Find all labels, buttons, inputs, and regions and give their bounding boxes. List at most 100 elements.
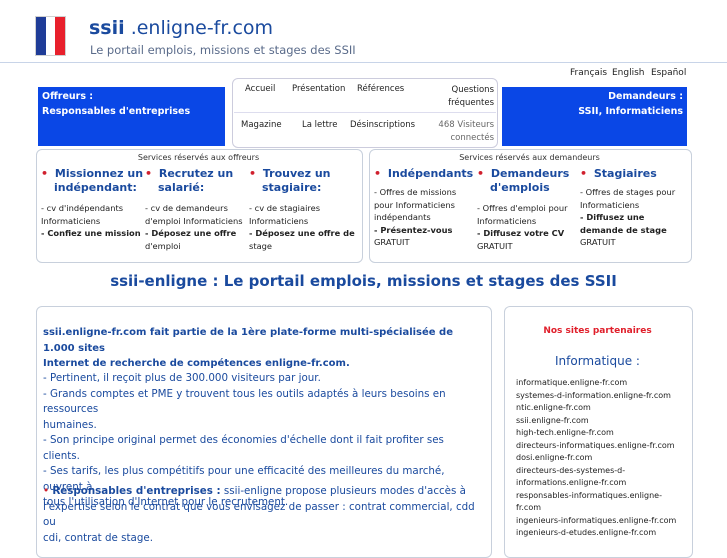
demandeurs-box[interactable]: Demandeurs : SSII, Informaticiens [502, 87, 687, 146]
partner-link[interactable]: high-tech.enligne-fr.com [516, 427, 688, 440]
recrutez-head1: Recrutez un [158, 167, 234, 180]
responsables-b: l'expertise selon le contrat que vous en… [43, 500, 475, 529]
bullet-icon: • [374, 167, 382, 180]
bullet-icon: • [477, 167, 485, 180]
recrutez-text: - cv de demandeurs d'emploi Informaticie… [145, 202, 243, 252]
partner-link[interactable]: ntic.enligne-fr.com [516, 402, 688, 415]
nav-questions-link[interactable]: Questions fréquentes [430, 84, 494, 110]
partner-link[interactable]: ingenieurs-informatiques.enligne-fr.com [516, 515, 688, 528]
nav-references-link[interactable]: Références [357, 84, 404, 94]
independants-t3[interactable]: indépendants [374, 211, 456, 224]
independants-t5: GRATUIT [374, 237, 410, 247]
trouvez-head2: stagiaire: [262, 181, 322, 194]
missionnez-t2[interactable]: Informaticiens [41, 215, 141, 228]
services-demandeurs-title: Services réservés aux demandeurs [459, 153, 600, 162]
missionnez-t1[interactable]: - cv d'indépendants [41, 202, 141, 215]
stagiaires-text: - Offres de stages pour Informaticiens -… [580, 186, 675, 249]
stagiaires-t2[interactable]: Informaticiens [580, 199, 675, 212]
trouvez-link[interactable]: • Trouvez un stagiaire: [249, 167, 331, 195]
recrutez-t2[interactable]: d'emploi Informaticiens [145, 215, 243, 228]
missionnez-t3[interactable]: - Confiez une mission [41, 227, 141, 240]
page-title: ssii-enligne : Le portail emplois, missi… [110, 272, 617, 290]
intro-line2: Internet de recherche de compétences enl… [43, 358, 350, 369]
partners-category: Informatique : [555, 354, 640, 368]
demandeurs-t3[interactable]: - Diffusez votre CV [477, 227, 568, 240]
header-divider [0, 62, 727, 63]
missionnez-head1: Missionnez un [54, 167, 144, 180]
benefit-2b: humaines. [43, 418, 97, 431]
demandeurs-line1: Demandeurs : [608, 91, 683, 102]
partner-link[interactable]: directeurs-des-systemes-d- [516, 465, 688, 478]
visitors-count: 468 Visiteurs connectés [420, 119, 494, 145]
trouvez-head1: Trouvez un [262, 167, 331, 180]
offreurs-line2: Responsables d'entreprises [42, 106, 191, 117]
visitors-line2: connectés [450, 133, 494, 143]
independants-head1: Indépendants [387, 167, 474, 180]
trouvez-t2[interactable]: Informaticiens [249, 215, 355, 228]
partner-link[interactable]: systemes-d-information.enligne-fr.com [516, 390, 688, 403]
independants-link[interactable]: • Indépendants [374, 167, 473, 181]
flag-white [45, 17, 56, 55]
bullet-icon: • [43, 485, 50, 497]
visitors-line1: 468 Visiteurs [438, 120, 494, 130]
benefit-2a: - Grands comptes et PME y trouvent tous … [43, 387, 446, 416]
trouvez-text: - cv de stagiaires Informaticiens - Dépo… [249, 202, 355, 252]
intro-text: ssii.enligne-fr.com fait partie de la 1è… [43, 325, 483, 372]
stagiaires-t1[interactable]: - Offres de stages pour [580, 186, 675, 199]
recrutez-head2: salarié: [158, 181, 205, 194]
trouvez-t4[interactable]: stage [249, 240, 355, 253]
stagiaires-t3[interactable]: - Diffusez une [580, 211, 675, 224]
france-flag-icon [36, 17, 66, 55]
missionnez-link[interactable]: • Missionnez un indépendant: [41, 167, 143, 195]
demandeurs-t2[interactable]: Informaticiens [477, 215, 568, 228]
lang-espanol-link[interactable]: Español [651, 68, 686, 78]
independants-t4[interactable]: - Présentez-vous [374, 224, 456, 237]
demandeurs-t1[interactable]: - Offres d'emploi pour [477, 202, 568, 215]
partner-link[interactable]: dosi.enligne-fr.com [516, 452, 688, 465]
partner-link[interactable]: ssii.enligne-fr.com [516, 415, 688, 428]
nav-desinscriptions-link[interactable]: Désinscriptions [350, 120, 415, 130]
flag-red [55, 17, 66, 55]
trouvez-t1[interactable]: - cv de stagiaires [249, 202, 355, 215]
lang-francais-link[interactable]: Français [570, 68, 607, 78]
lang-english-link[interactable]: English [612, 68, 645, 78]
independants-t2[interactable]: pour Informaticiens [374, 199, 456, 212]
bullet-icon: • [145, 167, 153, 180]
nav-presentation-link[interactable]: Présentation [292, 84, 345, 94]
partner-link[interactable]: informations.enligne-fr.com [516, 477, 688, 490]
partner-link[interactable]: ingenieurs-d-etudes.enligne-fr.com [516, 527, 688, 540]
demandeurs-line2: SSII, Informaticiens [578, 106, 683, 117]
nav-questions-line1: Questions [451, 85, 494, 95]
nav-magazine-link[interactable]: Magazine [241, 120, 282, 130]
benefit-3: - Son principe original permet des écono… [43, 434, 444, 462]
partners-title: Nos sites partenaires [543, 326, 652, 336]
recrutez-t3[interactable]: - Déposez une offre [145, 227, 243, 240]
site-title[interactable]: ssii .enligne-fr.com [89, 17, 273, 39]
demandeurs-head2: d'emplois [490, 181, 550, 194]
demandeurs-emploi-link[interactable]: • Demandeurs d'emplois [477, 167, 569, 195]
nav-accueil-link[interactable]: Accueil [245, 84, 275, 94]
partner-link[interactable]: responsables-informatiques.enligne- [516, 490, 688, 503]
recrutez-t1[interactable]: - cv de demandeurs [145, 202, 243, 215]
flag-blue [36, 17, 46, 55]
missionnez-text: - cv d'indépendants Informaticiens - Con… [41, 202, 141, 240]
partners-list: informatique.enligne-fr.com systemes-d-i… [516, 377, 688, 540]
missionnez-head2: indépendant: [54, 181, 137, 194]
partner-link[interactable]: fr.com [516, 502, 688, 515]
trouvez-t3[interactable]: - Déposez une offre de [249, 227, 355, 240]
offreurs-box[interactable]: Offreurs : Responsables d'entreprises [38, 87, 225, 146]
stagiaires-t5: GRATUIT [580, 237, 616, 247]
offreurs-line1: Offreurs : [42, 91, 94, 102]
partner-link[interactable]: directeurs-informatiques.enligne-fr.com [516, 440, 688, 453]
demandeurs-emploi-text: - Offres d'emploi pour Informaticiens - … [477, 202, 568, 252]
nav-lettre-link[interactable]: La lettre [302, 120, 337, 130]
recrutez-link[interactable]: • Recrutez un salarié: [145, 167, 233, 195]
stagiaires-link[interactable]: • Stagiaires [580, 167, 657, 181]
stagiaires-t4[interactable]: demande de stage [580, 224, 675, 237]
independants-t1[interactable]: - Offres de missions [374, 186, 456, 199]
intro-line1: ssii.enligne-fr.com fait partie de la 1è… [43, 327, 453, 354]
site-title-bold: ssii [89, 17, 125, 39]
partner-link[interactable]: informatique.enligne-fr.com [516, 377, 688, 390]
services-offreurs-title: Services réservés aux offreurs [137, 153, 260, 162]
recrutez-t4[interactable]: d'emploi [145, 240, 243, 253]
